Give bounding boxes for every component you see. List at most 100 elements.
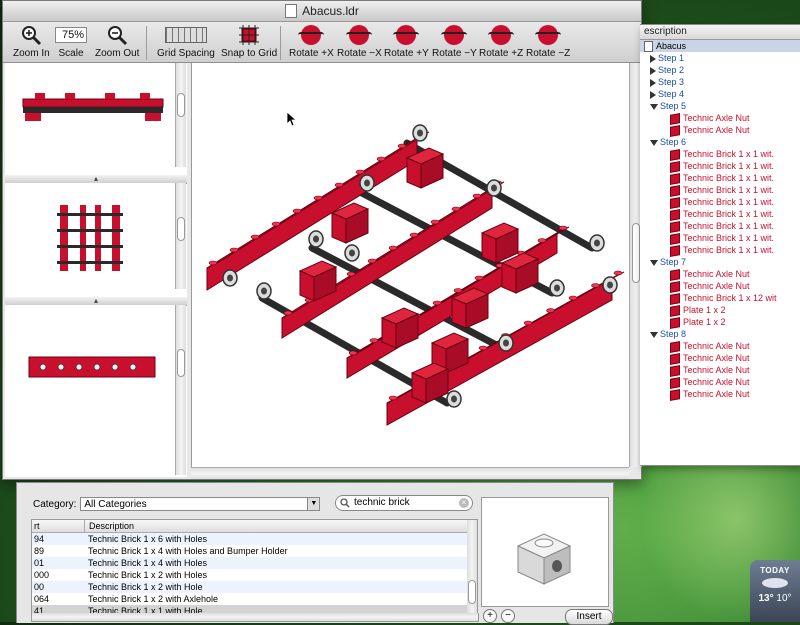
stud [292,208,302,214]
front-view-scrollbar[interactable] [175,63,186,167]
stud [568,295,578,301]
tree-part[interactable]: Technic Axle Nut [640,364,800,377]
table-row[interactable]: 064 Technic Brick 1 x 2 with Axlehole [32,593,468,605]
disclosure-open-icon[interactable] [650,139,658,146]
cloud-icon [762,578,788,588]
part-number-cell: 00 [34,582,45,592]
tree-part[interactable]: Plate 1 x 2 [640,316,800,329]
disclosure-closed-icon[interactable] [650,78,656,87]
grid-spacing-button[interactable]: Grid Spacing [157,24,215,59]
part-description-cell: Technic Brick 1 x 2 with Hole [88,582,203,592]
tree-part[interactable]: Technic Axle Nut [640,340,800,353]
disclosure-closed-icon[interactable] [650,90,656,99]
rotate-plus-x-button[interactable]: Rotate +X [289,24,334,59]
parts-browser: Category: All Categories ▼ technic brick… [16,482,614,625]
table-row[interactable]: 000 Technic Brick 1 x 2 with Holes [32,569,468,581]
column-description[interactable]: Description [85,520,134,532]
disclosure-open-icon[interactable] [650,103,658,110]
clear-search-icon[interactable]: × [459,498,469,508]
tree-column-header[interactable]: escription [640,25,800,40]
axle-nut-hole [607,281,613,289]
brick-icon [670,220,680,233]
model-viewport[interactable] [191,63,630,467]
stud [537,238,547,243]
category-label: Category: [33,498,77,510]
scale-control[interactable]: 75% Scale [55,24,87,59]
viewport-horizontal-scrollbar[interactable] [191,467,629,479]
part-number-cell: 94 [34,534,45,544]
tree-part[interactable]: Plate 1 x 2 [640,304,800,317]
stud [348,350,358,356]
top-view-scrollbar[interactable] [175,183,186,289]
zoom-in-button[interactable]: Zoom In [13,24,50,59]
tree-row-label: Technic Axle Nut [683,269,750,279]
disclosure-open-icon[interactable] [650,331,658,338]
front-view-pane[interactable] [5,63,175,176]
tree-part[interactable]: Technic Axle Nut [640,280,800,293]
tree-step[interactable]: Step 5 [640,100,800,112]
zoom-in-label: Zoom In [13,48,50,59]
disclosure-closed-icon[interactable] [650,54,656,63]
table-row[interactable]: 00 Technic Brick 1 x 2 with Hole [32,581,468,593]
tree-step[interactable]: Step 1 [640,52,800,64]
category-select[interactable]: All Categories ▼ [80,497,321,511]
tree-step[interactable]: Step 3 [640,76,800,88]
column-part-number[interactable]: rt [32,520,85,532]
disclosure-closed-icon[interactable] [650,66,656,75]
tree-part[interactable]: Technic Brick 1 x 12 wit [640,292,800,305]
parts-table-vertical-scrollbar[interactable] [467,519,478,615]
tree-step[interactable]: Step 4 [640,88,800,100]
tree-part[interactable]: Technic Axle Nut [640,388,800,401]
zoom-out-label: Zoom Out [95,48,140,59]
rotate-minus-z-button[interactable]: Rotate −Z [526,24,570,59]
top-view-pane[interactable] [5,183,175,298]
tree-part[interactable]: Technic Axle Nut [640,376,800,389]
weather-widget[interactable]: TODAY 13° 10° [750,560,800,622]
tree-part[interactable]: Technic Brick 1 x 1 wit. [640,232,800,245]
title-bar[interactable]: Abacus.ldr [3,1,641,22]
remove-part-button[interactable]: − [501,609,515,623]
tree-part[interactable]: Technic Axle Nut [640,112,800,125]
stud [313,195,323,201]
insert-button[interactable]: Insert [565,609,613,625]
tree-row-label: Step 2 [658,65,685,75]
document-icon [285,4,298,18]
tree-step[interactable]: Step 2 [640,64,800,76]
parts-table-horizontal-scrollbar[interactable] [31,613,479,622]
tree-root-file[interactable]: Abacus [640,40,800,53]
scale-input[interactable]: 75% [55,27,87,43]
rotate-minus-x-button[interactable]: Rotate −X [337,24,382,59]
rotate-minus-y-button[interactable]: Rotate −Y [432,24,477,59]
table-row[interactable]: 01 Technic Brick 1 x 4 with Holes [32,557,468,569]
brick-icon [670,148,680,161]
tree-part[interactable]: Technic Axle Nut [640,124,800,137]
rotate-icon [441,25,468,45]
table-row[interactable]: 94 Technic Brick 1 x 6 with Holes [32,533,468,545]
stud [208,260,218,266]
tree-part[interactable]: Technic Axle Nut [640,268,800,281]
parts-table-header: rt Description [32,520,468,533]
disclosure-open-icon[interactable] [650,259,658,266]
tree-part[interactable]: Technic Brick 1 x 1 wit. [640,172,800,185]
table-row[interactable]: 89 Technic Brick 1 x 4 with Holes and Bum… [32,545,468,557]
zoom-out-button[interactable]: Zoom Out [95,24,139,59]
rotate-plus-y-button[interactable]: Rotate +Y [384,24,429,59]
tree-part[interactable]: Technic Brick 1 x 1 wit. [640,184,800,197]
side-view-scrollbar[interactable] [175,305,186,475]
rotate-plus-z-button[interactable]: Rotate +Z [479,24,523,59]
add-part-button[interactable]: + [483,609,497,623]
tree-part[interactable]: Technic Brick 1 x 1 wit. [640,148,800,161]
tree-step[interactable]: Step 8 [640,328,800,340]
tree-part[interactable]: Technic Brick 1 x 1 wit. [640,160,800,173]
tree-part[interactable]: Technic Axle Nut [640,352,800,365]
snap-to-grid-button[interactable]: Snap to Grid [221,24,277,59]
tree-step[interactable]: Step 6 [640,136,800,148]
tree-row-label: Technic Axle Nut [683,389,750,399]
tree-part[interactable]: Technic Brick 1 x 1 wit. [640,220,800,233]
tree-step[interactable]: Step 7 [640,256,800,268]
search-field[interactable]: technic brick × [335,495,473,511]
tree-part[interactable]: Technic Brick 1 x 1 wit. [640,196,800,209]
tree-part[interactable]: Technic Brick 1 x 1 wit. [640,244,800,257]
tree-part[interactable]: Technic Brick 1 x 1 wit. [640,208,800,221]
side-view-pane[interactable] [5,305,175,475]
